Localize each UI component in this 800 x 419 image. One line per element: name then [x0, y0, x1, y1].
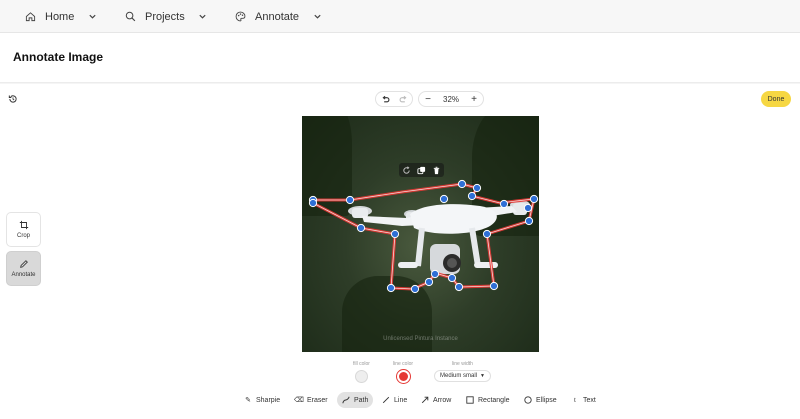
tool-eraser-label: Eraser — [307, 396, 328, 404]
undo-redo-group — [375, 91, 413, 107]
line-width-select[interactable]: Medium small ▼ — [434, 370, 491, 382]
line-color-label: line color — [393, 361, 414, 367]
page-header: Annotate Image — [0, 33, 800, 83]
tool-rectangle[interactable]: Rectangle — [461, 392, 515, 408]
annotation-tools: ✎ Sharpie ⌫ Eraser Path Line Arrow Rectang… — [0, 392, 800, 408]
path-icon — [342, 396, 350, 404]
fill-color-label: fill color — [353, 361, 370, 367]
zoom-level[interactable]: 32% — [437, 95, 465, 104]
chevron-down-icon — [86, 11, 98, 23]
caret-down-icon: ▼ — [480, 373, 485, 379]
chevron-down-icon — [197, 11, 209, 23]
done-button[interactable]: Done — [761, 91, 791, 107]
page-title: Annotate Image — [13, 50, 104, 64]
tool-line-label: Line — [394, 396, 408, 404]
tool-text[interactable]: t Text — [566, 392, 601, 408]
tool-path[interactable]: Path — [337, 392, 374, 408]
nav-annotate-label: Annotate — [255, 10, 300, 23]
trash-icon — [433, 166, 440, 174]
tool-sharpie[interactable]: ✎ Sharpie — [239, 392, 285, 408]
line-icon — [382, 396, 390, 404]
zoom-out-button[interactable]: − — [419, 92, 437, 106]
tool-arrow-label: Arrow — [433, 396, 452, 404]
image-editor: − 32% + Done Crop Annotate Unlicensed Pi… — [0, 84, 800, 419]
chevron-down-icon — [311, 11, 323, 23]
ellipse-icon — [524, 396, 532, 404]
zoom-group: − 32% + — [418, 91, 485, 107]
history-controls — [375, 91, 413, 107]
tool-ellipse-label: Ellipse — [536, 396, 557, 404]
tool-path-label: Path — [354, 396, 369, 404]
tool-rectangle-label: Rectangle — [478, 396, 510, 404]
undo-button[interactable] — [376, 92, 394, 106]
nav-home[interactable]: Home — [23, 0, 98, 33]
line-width-control: line width Medium small ▼ — [434, 361, 491, 391]
tool-line[interactable]: Line — [377, 392, 412, 408]
nav-projects[interactable]: Projects — [123, 0, 209, 33]
line-width-value: Medium small — [440, 373, 478, 379]
tool-ellipse[interactable]: Ellipse — [519, 392, 562, 408]
tool-eraser[interactable]: ⌫ Eraser — [290, 392, 333, 408]
top-navigation: Home Projects Annotate — [0, 0, 800, 33]
reset-button[interactable] — [6, 92, 20, 106]
annotate-tool-label: Annotate — [11, 272, 36, 278]
line-color-control: line color — [393, 361, 413, 391]
eraser-icon: ⌫ — [294, 397, 304, 404]
rectangle-icon — [466, 396, 474, 404]
crop-tool-label: Crop — [16, 233, 30, 239]
fill-color-control: fill color — [353, 361, 370, 391]
palette-icon — [233, 10, 247, 24]
zoom-in-button[interactable]: + — [465, 92, 483, 106]
home-icon — [23, 10, 37, 24]
tool-text-label: Text — [583, 396, 596, 404]
tool-arrow[interactable]: Arrow — [416, 392, 456, 408]
arrow-icon — [421, 396, 429, 404]
crop-tool-button[interactable]: Crop — [6, 212, 41, 247]
rotate-button[interactable] — [399, 163, 414, 177]
watermark: Unlicensed Pintura Instance — [383, 336, 458, 342]
duplicate-button[interactable] — [414, 163, 429, 177]
undo-icon — [382, 95, 389, 102]
tool-sharpie-label: Sharpie — [256, 396, 281, 404]
history-icon — [8, 95, 17, 103]
line-color-swatch[interactable] — [396, 370, 410, 383]
line-width-label: line width — [452, 361, 473, 367]
nav-home-label: Home — [45, 10, 75, 23]
fill-color-swatch[interactable] — [354, 370, 368, 383]
rotate-icon — [403, 165, 410, 174]
sharpie-icon: ✎ — [245, 397, 251, 404]
duplicate-icon — [417, 166, 426, 174]
text-icon: t — [574, 396, 576, 404]
image-canvas[interactable]: Unlicensed Pintura Instance — [302, 116, 539, 352]
annotate-tool-button[interactable]: Annotate — [6, 251, 41, 286]
crop-icon — [19, 220, 28, 230]
drone-image — [348, 200, 530, 274]
nav-annotate[interactable]: Annotate — [233, 0, 323, 33]
zoom-controls: − 32% + — [418, 91, 485, 107]
shape-toolbar — [399, 163, 444, 177]
delete-button[interactable] — [429, 163, 444, 177]
nav-projects-label: Projects — [145, 10, 185, 23]
pencil-icon — [19, 260, 28, 268]
redo-button[interactable] — [394, 92, 412, 106]
search-icon — [123, 10, 137, 24]
redo-icon — [399, 95, 406, 102]
annotation-layer — [308, 179, 539, 294]
